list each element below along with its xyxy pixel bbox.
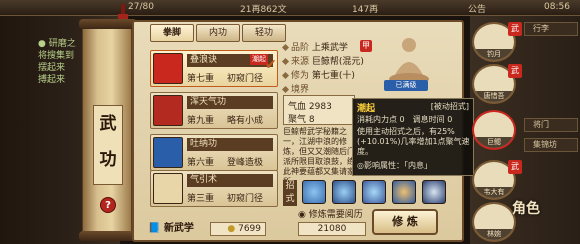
skill-level: 第九重 <box>187 116 215 126</box>
skill-item-2[interactable]: 吐纳功 第六重 登峰造极 <box>150 134 278 171</box>
stat-focus: 聚气 8 <box>288 115 315 125</box>
requirement-value: 21080 <box>298 222 366 236</box>
skill-name: 浑天气功 <box>187 96 273 109</box>
tab-fist[interactable]: 拳脚 <box>150 24 194 42</box>
portrait-2[interactable]: 巨鳃 <box>472 110 516 150</box>
top-status-bar: 27/80 21再862文 147再 公告 08:56 <box>0 0 580 16</box>
scroll-title: 武功 <box>93 105 123 185</box>
portrait-4[interactable]: 林婉 <box>472 202 516 242</box>
skill-name: 吐纳功 <box>187 138 273 151</box>
info-source: 来源 巨鲸帮(混元) <box>281 54 364 67</box>
top-item-3: 147再 <box>352 5 379 15</box>
skill-level: 第七重 <box>187 74 215 84</box>
tooltip-attr: ◎影响属性：「内息」 <box>357 161 432 170</box>
stats-box: 气血 2983 聚气 8 <box>283 95 355 125</box>
max-level-label: 已满级 <box>384 80 428 91</box>
portrait-tag: 武 <box>508 22 522 36</box>
stat-hp: 气血 2983 <box>288 102 332 112</box>
skill-rank: 初窥门径 <box>227 74 264 84</box>
red-book-icon <box>153 95 183 126</box>
menu-sect[interactable]: 将门 <box>524 118 578 132</box>
skill-item-1[interactable]: 浑天气功 第九重 略有小成 <box>150 92 278 129</box>
new-skill-button[interactable]: 📘 新武学 <box>148 220 208 238</box>
skill-rank: 初窥门径 <box>227 194 264 204</box>
skill-item-0[interactable]: 叠浪诀 第七重 初窥门径 潮起 ✔ <box>150 50 278 87</box>
coin-icon: ● <box>227 224 236 234</box>
skill-rank: 略有小成 <box>227 116 264 126</box>
notice-label[interactable]: 公告 <box>468 2 486 15</box>
menu-collection[interactable]: 集锦坊 <box>524 138 578 152</box>
grade-badge: 甲 <box>360 40 372 52</box>
tab-light[interactable]: 轻功 <box>242 24 286 42</box>
skill-description: 巨鲸帮武学秘籍之一，江湖中浪的修炼，但又又潮随后门派所限目取浪鼓，练此神要蕴都又… <box>283 127 355 186</box>
wave-icon[interactable] <box>302 180 326 204</box>
left-scroll: 武功 ? <box>79 19 137 241</box>
tooltip-effect: 使用主动招式之后，有25%(+10.01%)几率增加1点聚气速度。 <box>357 127 470 156</box>
top-item-1: 27/80 <box>128 2 154 12</box>
tooltip-type: [被动招式] <box>430 102 469 111</box>
flame-icon[interactable] <box>362 180 386 204</box>
red-book-icon <box>153 53 183 84</box>
vortex-icon[interactable] <box>422 180 446 204</box>
skill-rank: 登峰造极 <box>227 158 264 168</box>
skill-name: 气引术 <box>187 174 273 187</box>
info-rank: 品阶 上乘武学 <box>281 40 348 53</box>
burst-icon[interactable] <box>392 180 416 204</box>
portrait-tag: 武 <box>508 64 522 78</box>
scroll-book-icon <box>153 173 183 204</box>
skill-level: 第三重 <box>187 194 215 204</box>
tooltip-cost: 消耗内力点 0 调息时间 0 <box>357 115 453 124</box>
clock: 08:56 <box>544 2 570 12</box>
info-cultivation: 修为 第七重(十) <box>281 68 355 81</box>
top-item-2: 21再862文 <box>240 5 287 15</box>
tab-internal[interactable]: 内功 <box>196 24 240 42</box>
role-label[interactable]: 角色 <box>512 198 552 218</box>
blue-book-icon <box>153 137 183 168</box>
technique-tooltip: 潮起 [被动招式] 消耗内力点 0 调息时间 0 使用主动招式之后，有25%(+… <box>352 98 474 176</box>
scroll-cap-top <box>79 19 137 29</box>
swirl-icon[interactable] <box>332 180 356 204</box>
coin-count: ● 7699 <box>210 222 266 236</box>
scroll-cap-bottom <box>79 231 137 241</box>
info-realm: 境界 <box>281 82 309 95</box>
check-icon: ✔ <box>265 57 277 73</box>
tooltip-title: 潮起 <box>357 104 376 114</box>
help-icon[interactable]: ? <box>100 197 116 213</box>
techniques-label: 招式 <box>283 180 297 206</box>
requirement-label: ◉ 修炼需要阅历 <box>298 210 363 220</box>
skill-item-3[interactable]: 气引术 第三重 初窥门径 <box>150 170 278 207</box>
skill-level: 第六重 <box>187 158 215 168</box>
train-button[interactable]: 修 炼 <box>372 209 438 235</box>
menu-luggage[interactable]: 行李 <box>524 22 578 36</box>
portrait-tag: 武 <box>508 160 522 174</box>
